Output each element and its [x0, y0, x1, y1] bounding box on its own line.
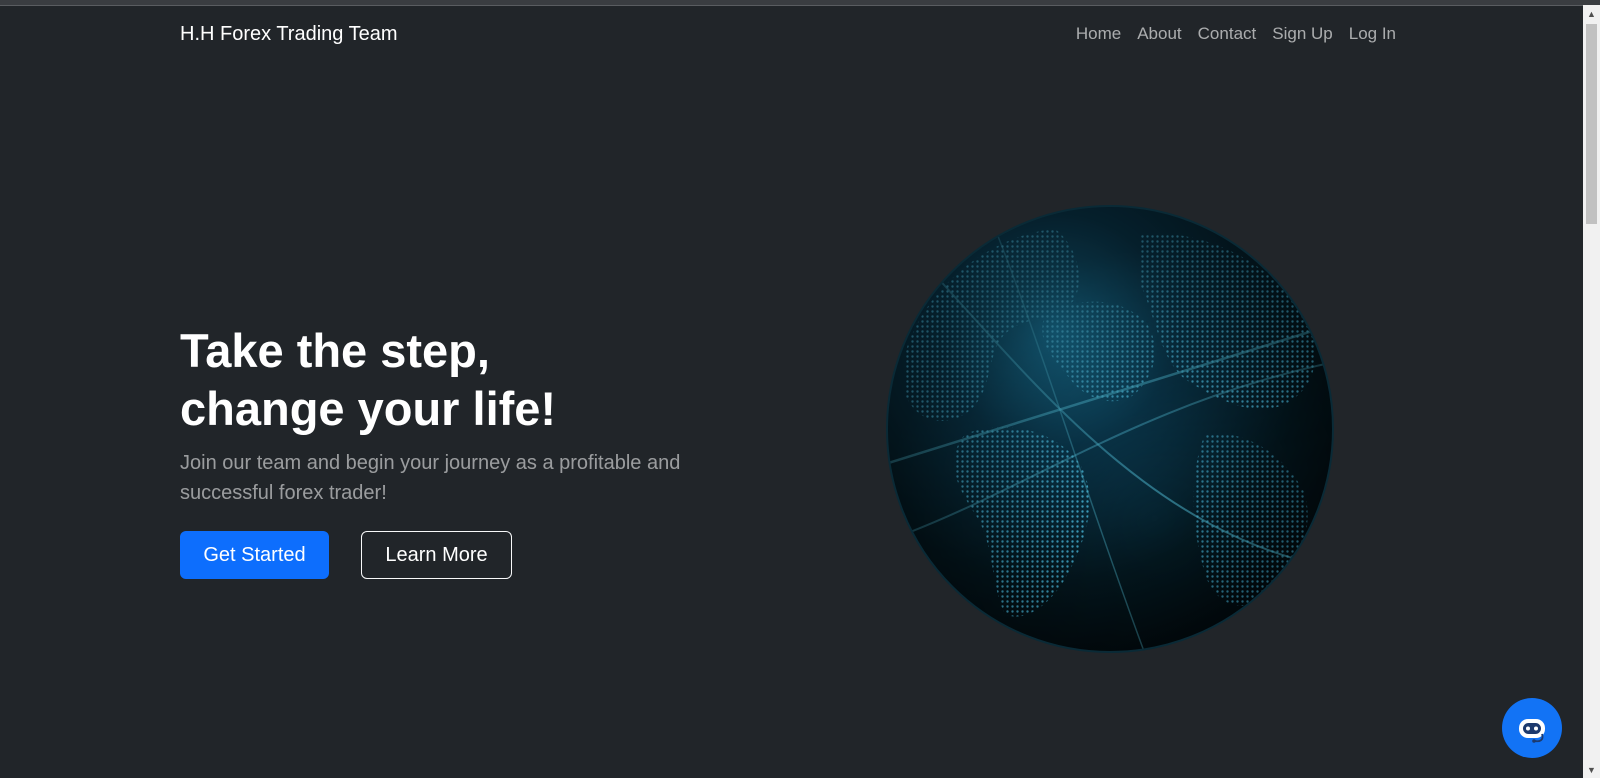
nav-about-link[interactable]: About — [1137, 24, 1181, 44]
scroll-down-arrow-icon[interactable]: ▼ — [1583, 761, 1600, 778]
scroll-up-arrow-icon[interactable]: ▲ — [1583, 5, 1600, 22]
hero-lead-text: Join our team and begin your journey as … — [180, 452, 681, 504]
navbar: H.H Forex Trading Team Home About Contac… — [0, 5, 1583, 63]
learn-more-button[interactable]: Learn More — [361, 531, 512, 579]
hero-title-line-2: change your life! — [180, 382, 557, 435]
chatbot-icon — [1519, 719, 1545, 743]
brand-link[interactable]: H.H Forex Trading Team — [180, 23, 398, 46]
scrollbar-thumb[interactable] — [1586, 24, 1597, 224]
chatbot-button[interactable] — [1502, 698, 1562, 758]
get-started-button[interactable]: Get Started — [180, 531, 329, 579]
hero-title-line-1: Take the step, — [180, 324, 490, 377]
hero-title: Take the step, change your life! — [180, 322, 556, 438]
nav-links: Home About Contact Sign Up Log In — [1076, 24, 1396, 44]
nav-home-link[interactable]: Home — [1076, 24, 1121, 44]
globe-logo-svg — [886, 205, 1334, 653]
nav-login-link[interactable]: Log In — [1349, 24, 1396, 44]
vertical-scrollbar[interactable]: ▲ ▼ — [1583, 5, 1600, 778]
nav-contact-link[interactable]: Contact — [1198, 24, 1257, 44]
nav-signup-link[interactable]: Sign Up — [1272, 24, 1332, 44]
globe-logo-image — [885, 204, 1335, 654]
